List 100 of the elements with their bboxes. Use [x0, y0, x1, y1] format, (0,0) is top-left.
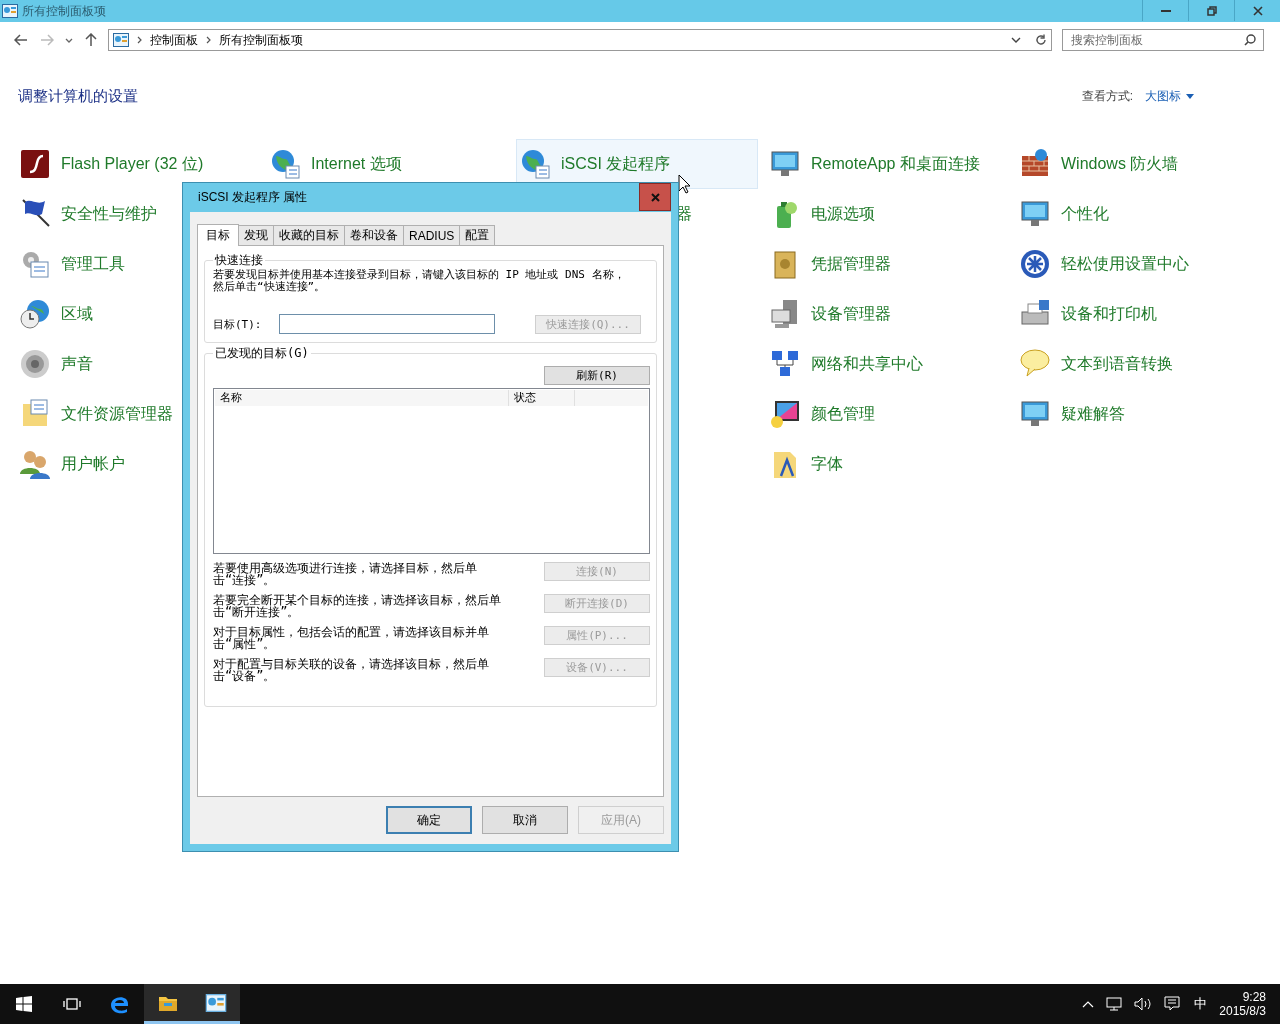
tab[interactable]: RADIUS: [403, 225, 461, 245]
control-panel-item-label: 文本到语音转换: [1061, 353, 1173, 374]
clock-time: 9:28: [1242, 990, 1266, 1004]
volume-icon[interactable]: [1134, 997, 1153, 1011]
control-panel-item-label: 凭据管理器: [811, 253, 891, 274]
window-title: 所有控制面板项: [22, 2, 106, 20]
search-field[interactable]: 搜索控制面板: [1062, 29, 1264, 51]
dialog-button[interactable]: 取消: [482, 806, 568, 834]
windows-logo-icon: [16, 996, 32, 1012]
refresh-button[interactable]: 刷新(R): [544, 366, 650, 385]
tab[interactable]: 目标: [197, 224, 239, 246]
control-panel-item[interactable]: Internet 选项: [266, 139, 508, 189]
control-panel-item-label: 轻松使用设置中心: [1061, 253, 1189, 274]
control-panel-item-label: 管理工具: [61, 253, 125, 274]
control-panel-item[interactable]: 网络和共享中心: [766, 339, 1008, 389]
control-panel-item-label: 电源选项: [811, 203, 875, 224]
tab[interactable]: 发现: [238, 225, 274, 245]
clock-date: 2015/8/3: [1219, 1004, 1266, 1018]
instruction-text: 若要发现目标并使用基本连接登录到目标，请键入该目标的 IP 地址或 DNS 名称，然后单击“快速连接”。: [213, 269, 626, 293]
control-panel-item-label: RemoteApp 和桌面连接: [811, 153, 980, 174]
control-panel-icon: [113, 33, 129, 47]
globe-icon: [269, 148, 301, 180]
instruction-text: 若要使用高级选项进行连接，请选择目标，然后单击“连接”。: [213, 562, 478, 586]
tab[interactable]: 收藏的目标: [273, 225, 345, 245]
control-panel-item-label: Windows 防火墙: [1061, 153, 1179, 174]
input-method-indicator[interactable]: 中: [1194, 995, 1208, 1013]
control-panel-item-label: Flash Player (32 位): [61, 153, 204, 174]
speech-bubble-icon: [1019, 348, 1051, 380]
globe-clock-icon: [19, 298, 51, 330]
control-panel-item[interactable]: 用户帐户: [16, 439, 258, 489]
control-panel-item-label: iSCSI 发起程序: [561, 153, 671, 174]
control-panel-item-label: 文件资源管理器: [61, 403, 173, 424]
control-panel-item-label: 用户帐户: [61, 453, 125, 474]
close-icon: [650, 192, 660, 202]
control-panel-item[interactable]: 凭据管理器: [766, 239, 1008, 289]
control-panel-item-label: 设备管理器: [811, 303, 891, 324]
up-arrow-icon: [85, 33, 97, 47]
column-header[interactable]: 名称: [215, 390, 509, 406]
instruction-text: 对于目标属性，包括会话的配置，请选择该目标并单击“属性”。: [213, 626, 490, 650]
control-panel-item[interactable]: 颜色管理: [766, 389, 1008, 439]
globe-icon: [519, 148, 551, 180]
control-panel-item-label: 颜色管理: [811, 403, 875, 424]
flash-icon: [19, 148, 51, 180]
search-icon: [1244, 34, 1256, 46]
speaker-icon: [19, 348, 51, 380]
control-panel-button[interactable]: [192, 984, 240, 1024]
control-panel-item-label: 安全性与维护: [61, 203, 157, 224]
control-panel-item-label: 设备和打印机: [1061, 303, 1157, 324]
page-heading: 调整计算机的设置: [18, 86, 138, 106]
breadcrumb-item[interactable]: 所有控制面板项: [219, 31, 303, 49]
chevron-down-icon[interactable]: [1011, 37, 1021, 43]
refresh-icon[interactable]: [1035, 34, 1047, 46]
dialog-title: iSCSI 发起程序 属性: [198, 189, 308, 206]
control-panel-item[interactable]: 疑难解答: [1016, 389, 1258, 439]
control-panel-item[interactable]: iSCSI 发起程序: [516, 139, 758, 189]
instruction-text: 若要完全断开某个目标的连接，请选择该目标，然后单击“断开连接”。: [213, 594, 502, 618]
control-panel-item-label: 字体: [811, 453, 843, 474]
clock[interactable]: 9:28 2015/8/3: [1219, 990, 1266, 1018]
chevron-right-icon: [137, 36, 142, 44]
dialog-button[interactable]: 确定: [386, 806, 472, 834]
minimize-icon: [1160, 9, 1171, 12]
forward-arrow-icon: [40, 34, 54, 46]
view-by-dropdown[interactable]: 大图标: [1145, 87, 1194, 105]
caret-down-icon: [1186, 93, 1194, 99]
control-panel-item[interactable]: RemoteApp 和桌面连接: [766, 139, 1008, 189]
control-panel-icon: [2, 4, 18, 18]
control-panel-item-label: 区域: [61, 303, 93, 324]
control-panel-item[interactable]: 文本到语音转换: [1016, 339, 1258, 389]
breadcrumb-item[interactable]: 控制面板: [150, 31, 198, 49]
control-panel-item[interactable]: 电源选项: [766, 189, 1008, 239]
control-panel-item[interactable]: 个性化: [1016, 189, 1258, 239]
close-icon: [1252, 5, 1263, 16]
view-by-label: 查看方式:: [1081, 87, 1133, 105]
notifications-icon[interactable]: [1164, 996, 1181, 1012]
control-panel-item-label: 声音: [61, 353, 93, 374]
address-bar[interactable]: 控制面板 所有控制面板项: [108, 29, 1052, 51]
control-panel-item[interactable]: 轻松使用设置中心: [1016, 239, 1258, 289]
file-explorer-button[interactable]: [144, 984, 192, 1024]
color-monitor-icon: [769, 398, 801, 430]
chevron-up-icon[interactable]: [1082, 1000, 1095, 1008]
mouse-cursor-icon: [678, 174, 690, 194]
close-button[interactable]: [639, 183, 671, 211]
chevron-right-icon: [206, 36, 211, 44]
control-panel-item-label: Internet 选项: [311, 153, 402, 174]
control-panel-item[interactable]: 设备管理器: [766, 289, 1008, 339]
control-panel-item[interactable]: 设备和打印机: [1016, 289, 1258, 339]
restore-icon: [1206, 5, 1217, 16]
control-panel-item[interactable]: Windows 防火墙: [1016, 139, 1258, 189]
control-panel-item[interactable]: 字体: [766, 439, 1008, 489]
column-header[interactable]: 状态: [509, 390, 575, 406]
network-icon[interactable]: [1106, 997, 1123, 1011]
control-panel-item-label: 疑难解答: [1061, 403, 1125, 424]
group-title: 已发现的目标(G): [214, 345, 310, 362]
browser-icon: [110, 994, 130, 1014]
target-input-field[interactable]: [279, 314, 495, 334]
tab[interactable]: 配置: [459, 225, 496, 245]
control-panel-icon: [205, 993, 227, 1012]
group-title: 快速连接: [214, 252, 264, 269]
control-panel-item[interactable]: Flash Player (32 位): [16, 139, 258, 189]
tab[interactable]: 卷和设备: [344, 225, 404, 245]
